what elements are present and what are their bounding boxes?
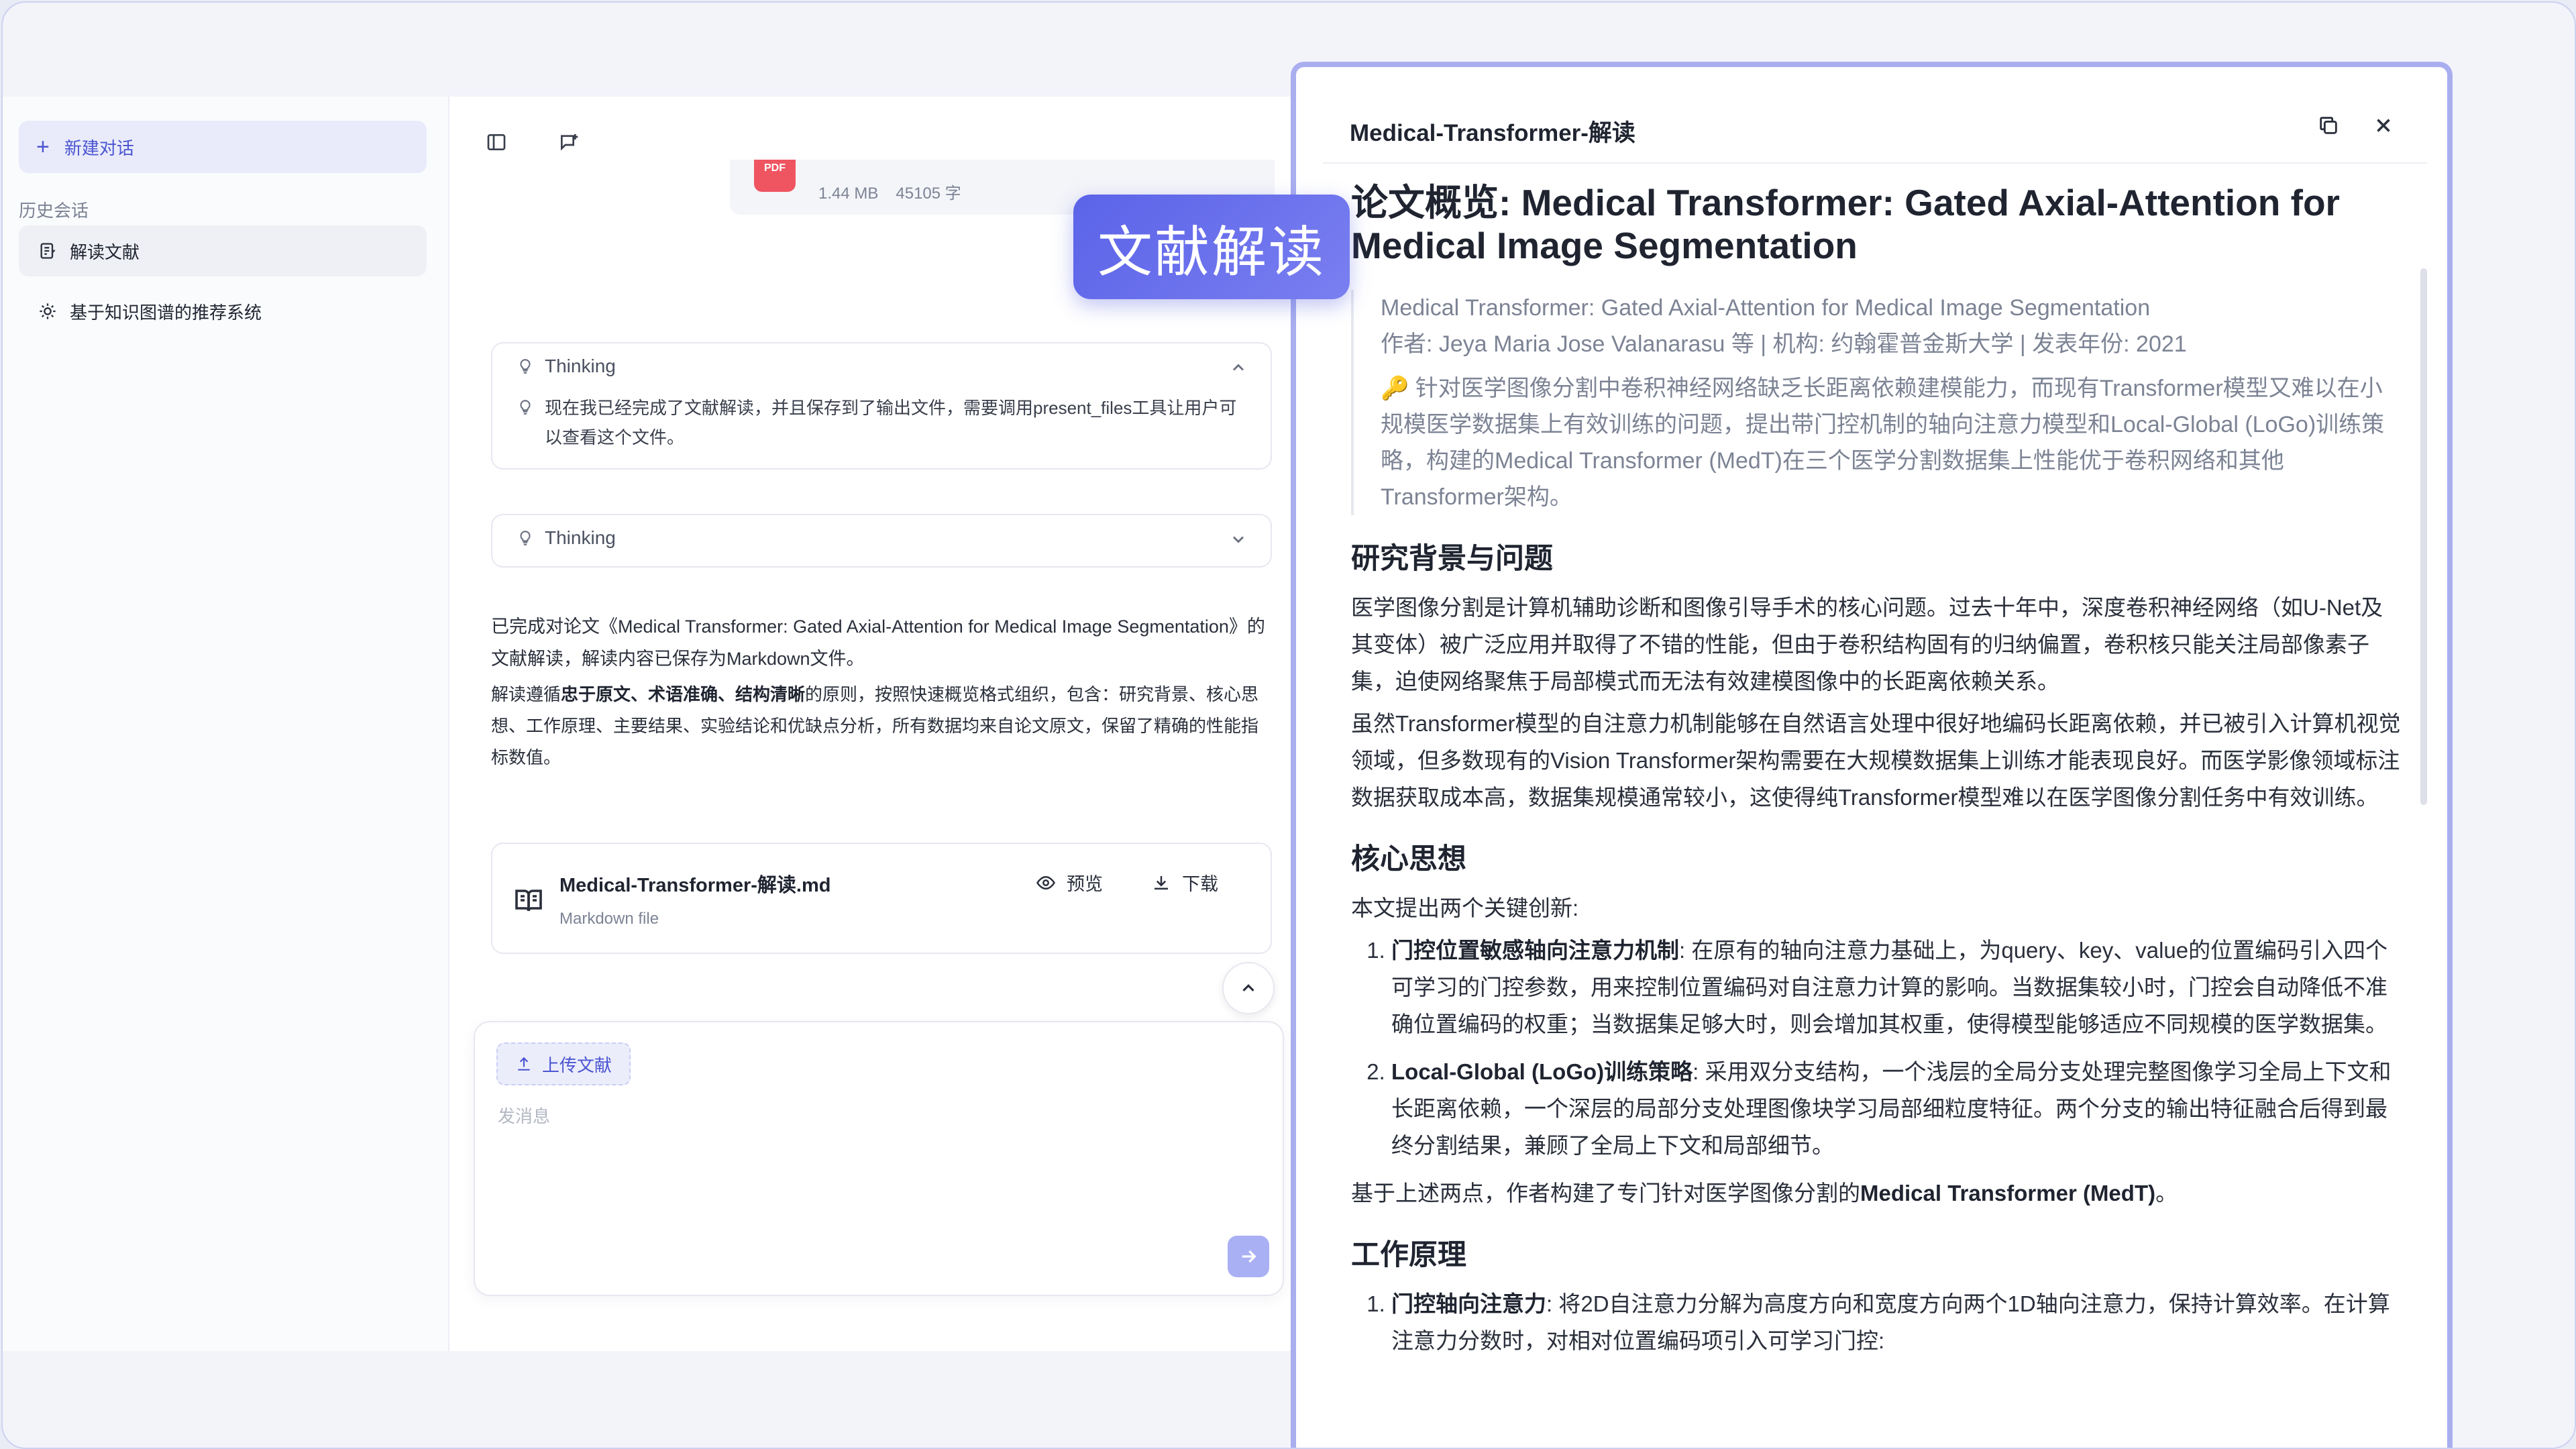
- new-topic-icon[interactable]: [554, 127, 584, 157]
- window-frame: + 新建对话 历史会话 解读文献 基于知识图谱的推荐系统 PDF 1.44 MB…: [1, 1, 2576, 1449]
- plus-icon: +: [36, 134, 50, 160]
- list-item-term: 门控轴向注意力: [1391, 1291, 1546, 1316]
- panel-actions: [2314, 111, 2398, 140]
- paper-meta: 作者: Jeya Maria Jose Valanarasu 等 | 机构: 约…: [1381, 331, 2187, 357]
- send-button[interactable]: [1228, 1236, 1269, 1277]
- summary-text: 解读遵循: [491, 684, 561, 704]
- thinking-content: 现在我已经完成了文献解读，并且保存到了输出文件，需要调用present_file…: [517, 393, 1244, 452]
- paragraph-emphasis: Medical Transformer (MedT): [1860, 1181, 2156, 1205]
- upload-icon: [518, 1057, 530, 1071]
- assistant-summary: 已完成对论文《Medical Transformer: Gated Axial-…: [491, 616, 1265, 669]
- thinking-header[interactable]: Thinking: [517, 356, 616, 377]
- thinking-text: 现在我已经完成了文献解读，并且保存到了输出文件，需要调用present_file…: [545, 398, 1237, 447]
- panel-scrollbar[interactable]: [2420, 268, 2427, 805]
- document-edit-icon: [38, 241, 58, 261]
- paragraph-text: 。: [2155, 1181, 2178, 1205]
- file-size: 1.44 MB: [818, 184, 879, 203]
- copy-icon[interactable]: [2314, 111, 2343, 140]
- thinking-label: Thinking: [545, 356, 616, 376]
- thinking-label: Thinking: [545, 527, 616, 548]
- arrow-right-icon: [1242, 1250, 1256, 1263]
- close-icon[interactable]: [2369, 111, 2398, 140]
- section-heading: 核心思想: [1351, 843, 1466, 875]
- message-composer: 上传文献: [474, 1021, 1284, 1296]
- file-type: Markdown file: [559, 910, 659, 928]
- panel-title: Medical-Transformer-解读: [1350, 120, 1635, 146]
- lightbulb-icon: [520, 359, 531, 374]
- chevron-up-icon[interactable]: [1229, 358, 1248, 377]
- section-heading: 研究背景与问题: [1351, 543, 1553, 575]
- divider: [1323, 162, 2427, 164]
- message-input[interactable]: [496, 1102, 1250, 1238]
- download-icon: [1155, 875, 1168, 890]
- chevron-down-icon[interactable]: [1229, 530, 1248, 549]
- file-name: Medical-Transformer-解读.md: [559, 875, 831, 896]
- paper-summary: 🔑 针对医学图像分割中卷积神经网络缺乏长距离依赖建模能力，而现有Transfor…: [1381, 376, 2385, 510]
- list-item-term: 门控位置敏感轴向注意力机制: [1391, 938, 1679, 963]
- file-chars: 45105 字: [896, 184, 961, 203]
- upload-document-button[interactable]: 上传文献: [496, 1042, 631, 1085]
- paragraph: 基于上述两点，作者构建了专门针对医学图像分割的Medical Transform…: [1351, 1175, 2404, 1212]
- thinking-header[interactable]: Thinking: [517, 527, 616, 549]
- section-heading: 工作原理: [1351, 1239, 1466, 1271]
- lightbulb-icon: [520, 400, 531, 415]
- list-item: 门控位置敏感轴向注意力机制: 在原有的轴向注意力基础上，为query、key、v…: [1391, 932, 2404, 1042]
- assistant-summary-detail: 解读遵循忠于原文、术语准确、结构清晰的原则，按照快速概览格式组织，包含：研究背景…: [491, 679, 1272, 773]
- sidebar-item-label: 基于知识图谱的推荐系统: [70, 302, 262, 323]
- pdf-file-icon: PDF: [754, 160, 796, 192]
- sidebar-item-literature[interactable]: 解读文献: [19, 225, 427, 276]
- method-list: 门控轴向注意力: 将2D自注意力分解为高度方向和宽度方向两个1D轴向注意力，保持…: [1351, 1285, 2404, 1359]
- new-chat-button[interactable]: + 新建对话: [19, 121, 427, 173]
- thinking-block-expanded: Thinking 现在我已经完成了文献解读，并且保存到了输出文件，需要调用pre…: [491, 342, 1272, 470]
- sidebar-item-recommender[interactable]: 基于知识图谱的推荐系统: [19, 286, 427, 337]
- sidebar: + 新建对话 历史会话 解读文献 基于知识图谱的推荐系统: [3, 97, 449, 1351]
- paragraph: 本文提出两个关键创新:: [1351, 896, 1579, 920]
- markdown-file-card[interactable]: Medical-Transformer-解读.md Markdown file …: [491, 843, 1272, 954]
- paragraph: 医学图像分割是计算机辅助诊断和图像引导手术的核心问题。过去十年中，深度卷积神经网…: [1351, 595, 2383, 694]
- summary-emphasis: 忠于原文、术语准确、结构清晰: [561, 684, 806, 704]
- feature-badge: 文献解读: [1073, 195, 1350, 299]
- list-item: Local-Global (LoGo)训练策略: 采用双分支结构，一个浅层的全局…: [1391, 1053, 2404, 1164]
- preview-button[interactable]: 预览: [1036, 869, 1103, 896]
- list-item: 门控轴向注意力: 将2D自注意力分解为高度方向和宽度方向两个1D轴向注意力，保持…: [1391, 1285, 2404, 1359]
- paragraph: 虽然Transformer模型的自注意力机制能够在自然语言处理中很好地编码长距离…: [1351, 711, 2401, 810]
- document-content: 论文概览: Medical Transformer: Gated Axial-A…: [1351, 181, 2404, 1370]
- lightbulb-icon: [520, 531, 531, 545]
- upload-label: 上传文献: [542, 1055, 612, 1075]
- chevron-up-icon: [1242, 984, 1254, 991]
- book-icon: [515, 890, 542, 912]
- sidebar-item-label: 解读文献: [70, 241, 140, 262]
- paper-info-quote: Medical Transformer: Gated Axial-Attenti…: [1351, 290, 2404, 515]
- sun-icon: [38, 301, 58, 321]
- paper-title: Medical Transformer: Gated Axial-Attenti…: [1381, 295, 2151, 321]
- download-button[interactable]: 下载: [1151, 869, 1218, 896]
- preview-label: 预览: [1067, 874, 1103, 894]
- thinking-block-collapsed[interactable]: Thinking: [491, 514, 1272, 568]
- sidebar-toggle-icon[interactable]: [482, 127, 511, 157]
- file-meta: 1.44 MB 45105 字: [818, 180, 979, 203]
- eye-icon: [1036, 875, 1055, 890]
- new-chat-label: 新建对话: [64, 138, 134, 158]
- innovation-list: 门控位置敏感轴向注意力机制: 在原有的轴向注意力基础上，为query、key、v…: [1351, 932, 2404, 1164]
- paragraph-text: 基于上述两点，作者构建了专门针对医学图像分割的: [1351, 1181, 1860, 1205]
- document-preview-panel: Medical-Transformer-解读 论文概览: Medical Tra…: [1291, 62, 2453, 1448]
- list-item-term: Local-Global (LoGo)训练策略: [1391, 1059, 1693, 1084]
- scroll-up-button[interactable]: [1222, 962, 1275, 1014]
- document-title: 论文概览: Medical Transformer: Gated Axial-A…: [1351, 182, 2340, 266]
- download-label: 下载: [1182, 874, 1218, 894]
- history-label: 历史会话: [19, 201, 89, 221]
